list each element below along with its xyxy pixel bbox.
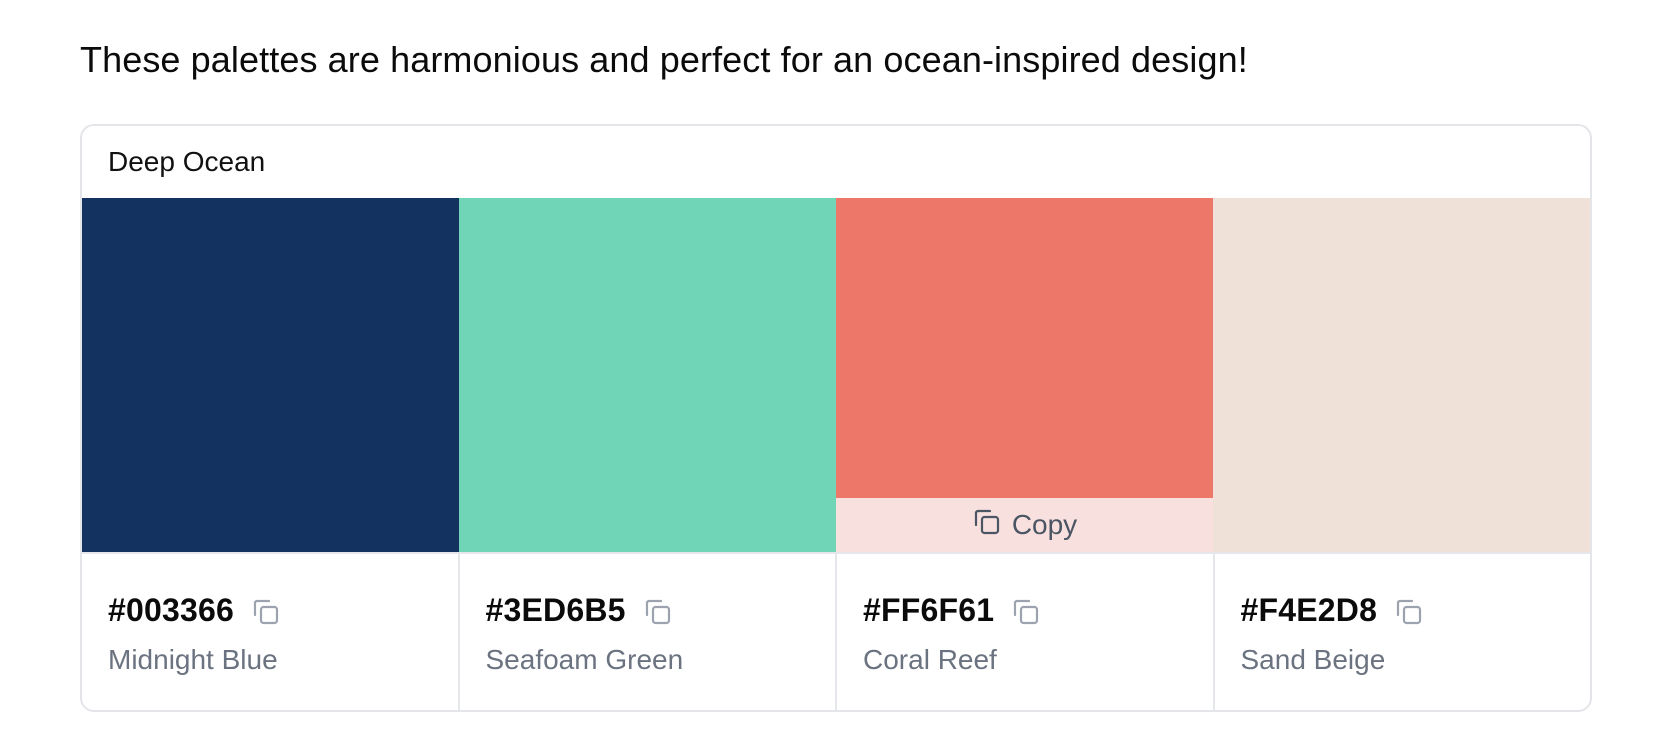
copy-hex-button[interactable] [1393, 596, 1425, 628]
color-name: Midnight Blue [108, 644, 278, 675]
hex-code: #003366 [108, 591, 234, 628]
swatch-copy-button[interactable]: Copy [836, 498, 1213, 552]
copy-hex-button[interactable] [1010, 596, 1042, 628]
swatch-coral-reef[interactable]: Copy [836, 198, 1213, 552]
swatch-seafoam-green[interactable] [459, 198, 836, 552]
palette-card: Deep Ocean Copy #003366 Midnight Blue #3… [80, 124, 1592, 712]
swatch-midnight-blue[interactable] [82, 198, 459, 552]
hex-code: #F4E2D8 [1240, 591, 1378, 628]
copy-icon [645, 599, 670, 625]
swatch-row: Copy [82, 198, 1590, 552]
color-info-row: #003366 Midnight Blue #3ED6B5 Seafoam Gr… [82, 552, 1591, 710]
palette-title: Deep Ocean [108, 146, 266, 177]
copy-icon [1396, 599, 1422, 625]
hex-code: #3ED6B5 [485, 591, 626, 628]
color-name: Seafoam Green [485, 644, 684, 675]
swatch-sand-beige[interactable] [1213, 198, 1590, 552]
copy-icon [972, 507, 1002, 544]
color-info-midnight-blue: #003366 Midnight Blue [82, 554, 460, 710]
swatch-copy-label: Copy [1011, 509, 1078, 540]
copy-hex-button[interactable] [642, 596, 674, 628]
copy-icon [1014, 599, 1039, 625]
intro-text: These palettes are harmonious and perfec… [80, 39, 1248, 80]
copy-hex-button[interactable] [250, 596, 282, 628]
color-name: Coral Reef [863, 644, 997, 675]
hex-code: #FF6F61 [863, 591, 995, 628]
color-info-seafoam-green: #3ED6B5 Seafoam Green [460, 554, 837, 710]
color-info-sand-beige: #F4E2D8 Sand Beige [1215, 554, 1591, 710]
color-name: Sand Beige [1240, 644, 1386, 675]
color-info-coral-reef: #FF6F61 Coral Reef [837, 554, 1215, 710]
copy-icon [253, 599, 279, 625]
